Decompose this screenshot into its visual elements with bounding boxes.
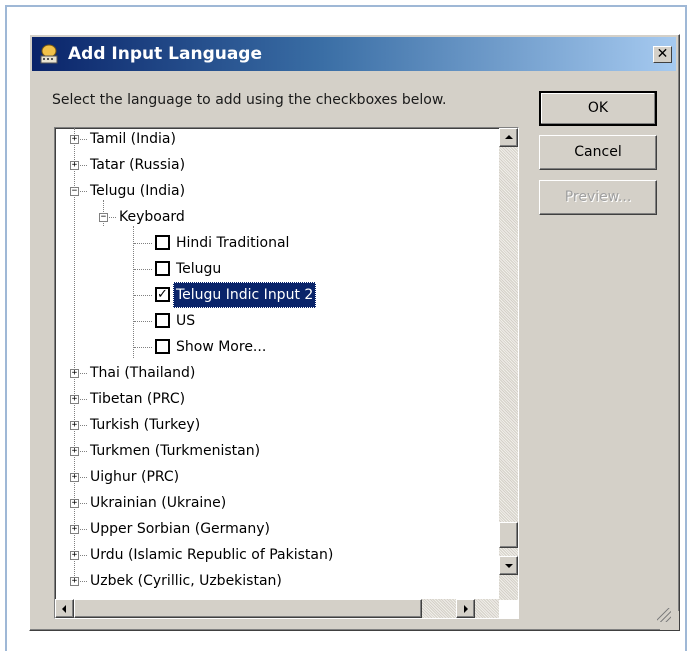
tree-item-language[interactable]: Tibetan (PRC) bbox=[90, 386, 185, 412]
dialog-title: Add Input Language bbox=[68, 44, 263, 64]
plus-box-icon[interactable]: + bbox=[70, 525, 79, 534]
tree-item-language[interactable]: Tamil (India) bbox=[90, 128, 176, 152]
close-button[interactable]: ✕ bbox=[653, 46, 672, 63]
scroll-down-button[interactable] bbox=[499, 556, 518, 575]
plus-box-icon[interactable]: + bbox=[70, 395, 79, 404]
tree-item-keyboard-group[interactable]: Keyboard bbox=[119, 204, 185, 230]
keyboard-checkbox-checked[interactable]: ✓ bbox=[155, 287, 170, 302]
add-input-language-dialog: Add Input Language ✕ Select the language… bbox=[29, 34, 680, 631]
scroll-right-button[interactable] bbox=[456, 599, 475, 618]
close-icon: ✕ bbox=[656, 46, 669, 62]
arrow-down-icon bbox=[505, 564, 513, 568]
tree-item-language[interactable]: Turkish (Turkey) bbox=[90, 412, 200, 438]
keyboard-checkbox[interactable] bbox=[155, 235, 170, 250]
keyboard-label-selected[interactable]: Telugu Indic Input 2 bbox=[173, 282, 317, 308]
title-bar[interactable]: Add Input Language ✕ bbox=[32, 37, 676, 71]
keyboard-checkbox[interactable] bbox=[155, 313, 170, 328]
language-tree[interactable]: + Tamil (India) + Tatar (Russia) − Telug… bbox=[54, 127, 519, 619]
keyboard-checkbox[interactable] bbox=[155, 261, 170, 276]
input-language-icon bbox=[40, 44, 58, 64]
checkmark-icon: ✓ bbox=[157, 287, 168, 302]
plus-box-icon[interactable]: + bbox=[70, 135, 79, 144]
tree-item-language[interactable]: Urdu (Islamic Republic of Pakistan) bbox=[90, 542, 333, 568]
scroll-left-button[interactable] bbox=[55, 599, 74, 618]
keyboard-label[interactable]: Telugu bbox=[176, 256, 221, 282]
plus-box-icon[interactable]: + bbox=[70, 577, 79, 586]
plus-box-icon[interactable]: + bbox=[70, 473, 79, 482]
ok-button[interactable]: OK bbox=[539, 91, 657, 126]
tree-item-language-expanded[interactable]: Telugu (India) bbox=[90, 178, 185, 204]
arrow-up-icon bbox=[505, 135, 513, 139]
resize-grip-icon bbox=[657, 608, 671, 622]
arrow-left-icon bbox=[62, 605, 66, 613]
horizontal-scrollbar[interactable] bbox=[55, 599, 499, 618]
instructions-text: Select the language to add using the che… bbox=[52, 92, 447, 108]
tree-item-language[interactable]: Uighur (PRC) bbox=[90, 464, 179, 490]
resize-corner[interactable] bbox=[657, 608, 679, 630]
keyboard-checkbox[interactable] bbox=[155, 339, 170, 354]
plus-box-icon[interactable]: + bbox=[70, 369, 79, 378]
scroll-up-button[interactable] bbox=[499, 128, 518, 147]
scroll-thumb[interactable] bbox=[499, 522, 518, 548]
minus-box-icon[interactable]: − bbox=[70, 187, 79, 196]
tree-item-language[interactable]: Upper Sorbian (Germany) bbox=[90, 516, 270, 542]
tree-item-language[interactable]: Tatar (Russia) bbox=[90, 152, 185, 178]
vertical-scrollbar[interactable] bbox=[499, 128, 518, 600]
minus-box-icon[interactable]: − bbox=[99, 213, 108, 222]
keyboard-label[interactable]: US bbox=[176, 308, 195, 334]
keyboard-label[interactable]: Hindi Traditional bbox=[176, 230, 289, 256]
plus-box-icon[interactable]: + bbox=[70, 551, 79, 560]
plus-box-icon[interactable]: + bbox=[70, 499, 79, 508]
tree-line bbox=[133, 226, 135, 358]
show-more-label[interactable]: Show More... bbox=[176, 334, 266, 360]
arrow-right-icon bbox=[464, 605, 468, 613]
plus-box-icon[interactable]: + bbox=[70, 447, 79, 456]
tree-item-language[interactable]: Thai (Thailand) bbox=[90, 360, 195, 386]
tree-item-language[interactable]: Uzbek (Cyrillic, Uzbekistan) bbox=[90, 568, 282, 594]
tree-item-language[interactable]: Turkmen (Turkmenistan) bbox=[90, 438, 260, 464]
plus-box-icon[interactable]: + bbox=[70, 161, 79, 170]
cancel-button[interactable]: Cancel bbox=[539, 135, 657, 170]
preview-button[interactable]: Preview... bbox=[539, 180, 657, 215]
tree-item-language[interactable]: Ukrainian (Ukraine) bbox=[90, 490, 226, 516]
plus-box-icon[interactable]: + bbox=[70, 421, 79, 430]
horizontal-scroll-thumb[interactable] bbox=[74, 599, 422, 618]
